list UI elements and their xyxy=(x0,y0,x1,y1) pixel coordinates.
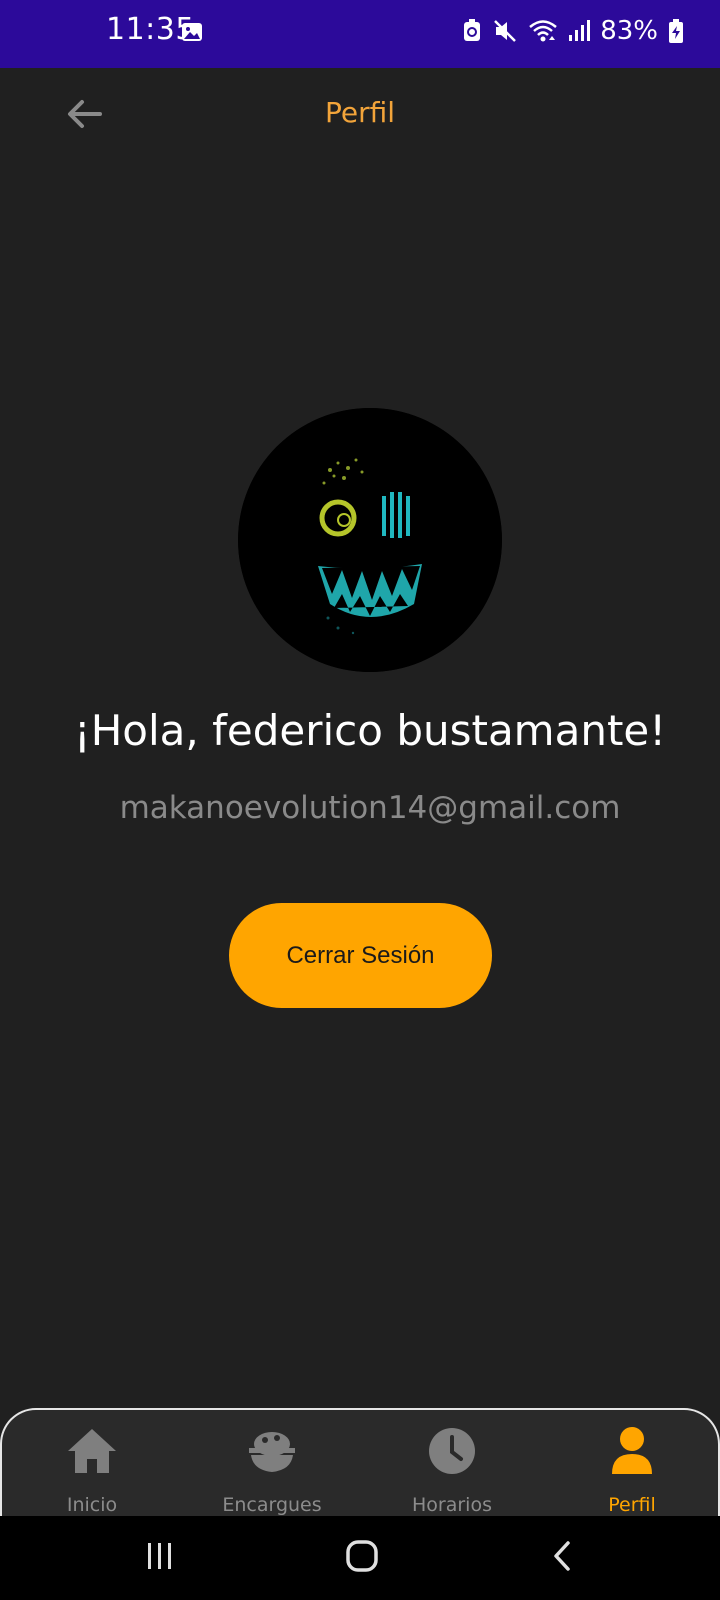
battery-charging-icon xyxy=(668,18,684,44)
nav-item-horarios[interactable]: Horarios xyxy=(362,1410,542,1518)
rice-bowl-icon xyxy=(245,1424,299,1478)
nav-label-inicio: Inicio xyxy=(66,1494,118,1516)
system-nav-bar xyxy=(0,1516,720,1600)
gallery-icon xyxy=(180,20,204,44)
nav-label-perfil: Perfil xyxy=(608,1494,656,1516)
nav-label-encargues: Encargues xyxy=(222,1494,322,1516)
nav-item-encargues[interactable]: Encargues xyxy=(182,1410,362,1518)
system-back-button[interactable] xyxy=(532,1530,592,1586)
nav-item-perfil[interactable]: Perfil xyxy=(542,1410,720,1518)
monster-face-avatar xyxy=(238,408,502,672)
status-icons: 83% xyxy=(462,14,684,48)
clock-icon xyxy=(425,1424,479,1478)
battery-saver-icon xyxy=(462,19,482,43)
bottom-nav: Inicio Encargues Horarios Perfil xyxy=(0,1408,720,1516)
avatar xyxy=(238,408,502,672)
nav-item-inicio[interactable]: Inicio xyxy=(2,1410,182,1518)
recents-button[interactable] xyxy=(130,1530,190,1586)
home-icon xyxy=(65,1424,119,1478)
logout-button[interactable]: Cerrar Sesión xyxy=(229,903,492,1008)
person-icon xyxy=(605,1424,659,1478)
signal-icon xyxy=(568,19,591,43)
nav-label-horarios: Horarios xyxy=(412,1494,492,1516)
wifi-icon xyxy=(528,18,558,44)
recents-icon xyxy=(145,1541,175,1575)
email-text: makanoevolution14@gmail.com xyxy=(119,790,621,826)
battery-percent: 83% xyxy=(600,16,658,46)
back-icon xyxy=(550,1540,574,1576)
app-bar: Perfil xyxy=(0,68,720,164)
page-title: Perfil xyxy=(324,96,396,129)
system-home-button[interactable] xyxy=(332,1530,392,1586)
status-bar: 11:35 83% xyxy=(0,0,720,68)
greeting-text: ¡Hola, federico bustamante! xyxy=(73,706,667,755)
home-icon xyxy=(345,1539,379,1577)
mute-icon xyxy=(492,18,518,44)
